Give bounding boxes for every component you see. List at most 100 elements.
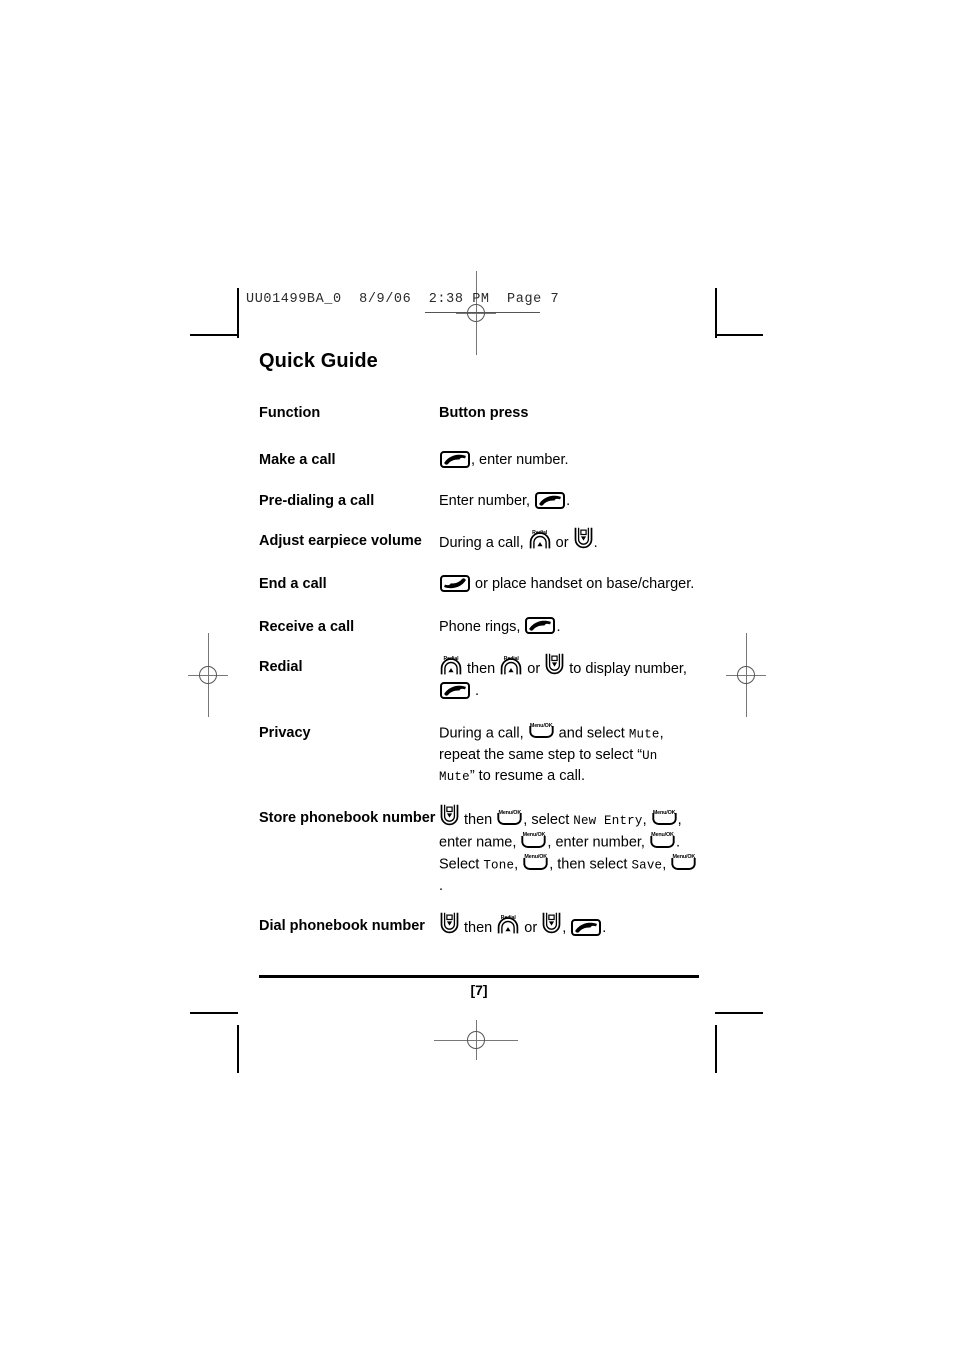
instruction-text: or [551,535,573,552]
instruction-text: then [460,920,497,937]
page-number: [7] [470,982,488,998]
button-press-cell: Enter number, . [439,491,699,531]
down-key-icon [545,653,564,682]
instruction-text: . [439,877,444,894]
down-key-icon [440,804,459,833]
button-press-cell: or place handset on base/charger. [439,574,699,616]
menu-ok-key-icon: Menu/OK [521,832,547,855]
function-cell: Make a call [259,452,336,469]
function-cell: Adjust earpiece volume [259,533,422,550]
down-key-icon [574,527,593,556]
crop-mark-top-right-horizontal [715,334,763,336]
crop-mark-bottom-left-horizontal [190,1012,238,1014]
down-key-icon [542,912,561,941]
instruction-text: then [463,661,500,678]
table-row: Make a call , enter number. [259,450,699,490]
handset-glyph [442,453,468,466]
instruction-text: or [523,661,545,678]
function-cell: Privacy [259,724,311,741]
table-header-row: Function Button press [259,403,699,450]
imposition-slug: UU01499BA_0 8/9/06 2:38 PM Page 7 [246,292,560,307]
handset-glyph [442,684,468,697]
instruction-text: , enter number. [471,452,569,469]
function-cell: Redial [259,659,303,676]
quick-guide-table: Function Button press Make a call , enter… [259,403,699,940]
menu-key-shape [651,811,677,832]
redial-up-key-icon: Redial [500,657,522,682]
button-press-cell: , enter number. [439,450,699,490]
slug-underline [425,312,540,313]
instruction-text: , [562,920,571,937]
table-row: Pre-dialing a call Enter number, . [259,491,699,531]
instruction-text: . [602,920,607,937]
button-press-cell: During a call, Menu/OK and select Mute, … [439,723,699,809]
footer-rule [259,975,699,978]
registration-circle [467,1031,485,1049]
menu-ok-key-icon: Menu/OK [497,810,522,833]
instruction-text: or [520,920,542,937]
function-cell: Receive a call [259,618,355,635]
button-press-cell: then Menu/OK, select New Entry, Menu/OK,… [439,804,699,916]
instruction-text: , select [523,812,574,829]
talk-key-icon [535,491,566,509]
instruction-text: ” to resume a call. [469,767,586,784]
page-title: Quick Guide [259,350,378,372]
redial-up-key-icon: Redial [440,657,462,682]
registration-mark-left-middle [188,633,228,717]
registration-mark-bottom-center [434,1020,518,1060]
crop-mark-bottom-right-vertical [715,1025,717,1073]
screen-text: Tone [483,858,515,873]
menu-key-shape [523,856,548,877]
crop-mark-top-right-vertical [715,288,717,338]
handset-glyph [442,577,468,590]
function-cell: Store phonebook number [259,810,436,827]
instruction-text: , enter number, [547,834,649,851]
down-arrow-key-shape [574,527,593,556]
table-row: Store phonebook number then Menu/OK, sel… [259,804,699,916]
instruction-text: , [642,812,651,829]
instruction-text: then [460,812,497,829]
registration-circle [199,666,217,684]
talk-key-icon [525,617,556,635]
up-arrow-key-shape [529,532,551,556]
up-arrow-key-shape [500,657,522,682]
redial-up-key-icon: Redial [529,531,551,556]
menu-ok-key-icon: Menu/OK [523,854,548,877]
screen-text: Save [631,858,663,873]
talk-key-icon [440,451,470,469]
down-arrow-key-shape [440,912,459,941]
page-content: Quick Guide Function Button press Make a… [259,350,699,940]
table-row: End a call or place handset on base/char… [259,574,699,616]
down-arrow-key-shape [542,912,561,941]
down-arrow-key-shape [440,804,459,833]
talk-key-icon [440,681,470,699]
menu-ok-key-icon: Menu/OK [529,723,554,746]
redial-up-key-icon: Redial [497,916,519,941]
menu-key-shape [521,834,547,855]
button-press-cell: During a call, Redial or . [439,527,699,574]
instruction-text: . [593,535,598,552]
instruction-text: or place handset on base/charger. [471,576,695,593]
table-row: Adjust earpiece volume During a call, Red… [259,527,699,574]
menu-ok-key-icon: Menu/OK [650,832,675,855]
table-row: Dial phonebook number then Redial or , . [259,912,699,941]
instruction-text: Phone rings, [439,618,525,635]
registration-circle [737,666,755,684]
handset-glyph [527,619,553,632]
table-row: Receive a call Phone rings, . [259,617,699,657]
menu-key-shape [671,856,696,877]
function-cell: Pre-dialing a call [259,492,375,509]
down-arrow-key-shape [545,653,564,682]
screen-text: New Entry [573,814,643,829]
menu-key-shape [650,834,675,855]
registration-mark-right-middle [726,633,766,717]
crop-mark-top-left-horizontal [190,334,238,336]
crop-mark-top-left-vertical [237,288,239,338]
instruction-text: to display number, [565,661,687,678]
menu-ok-key-icon: Menu/OK [651,810,677,833]
button-press-cell: Redial then Redial or to display number,… [439,653,699,722]
quick-guide-table-body: Function Button press Make a call , enter… [259,403,699,940]
instruction-text: , [662,856,671,873]
instruction-text: . [556,618,561,635]
handset-glyph [573,921,599,934]
